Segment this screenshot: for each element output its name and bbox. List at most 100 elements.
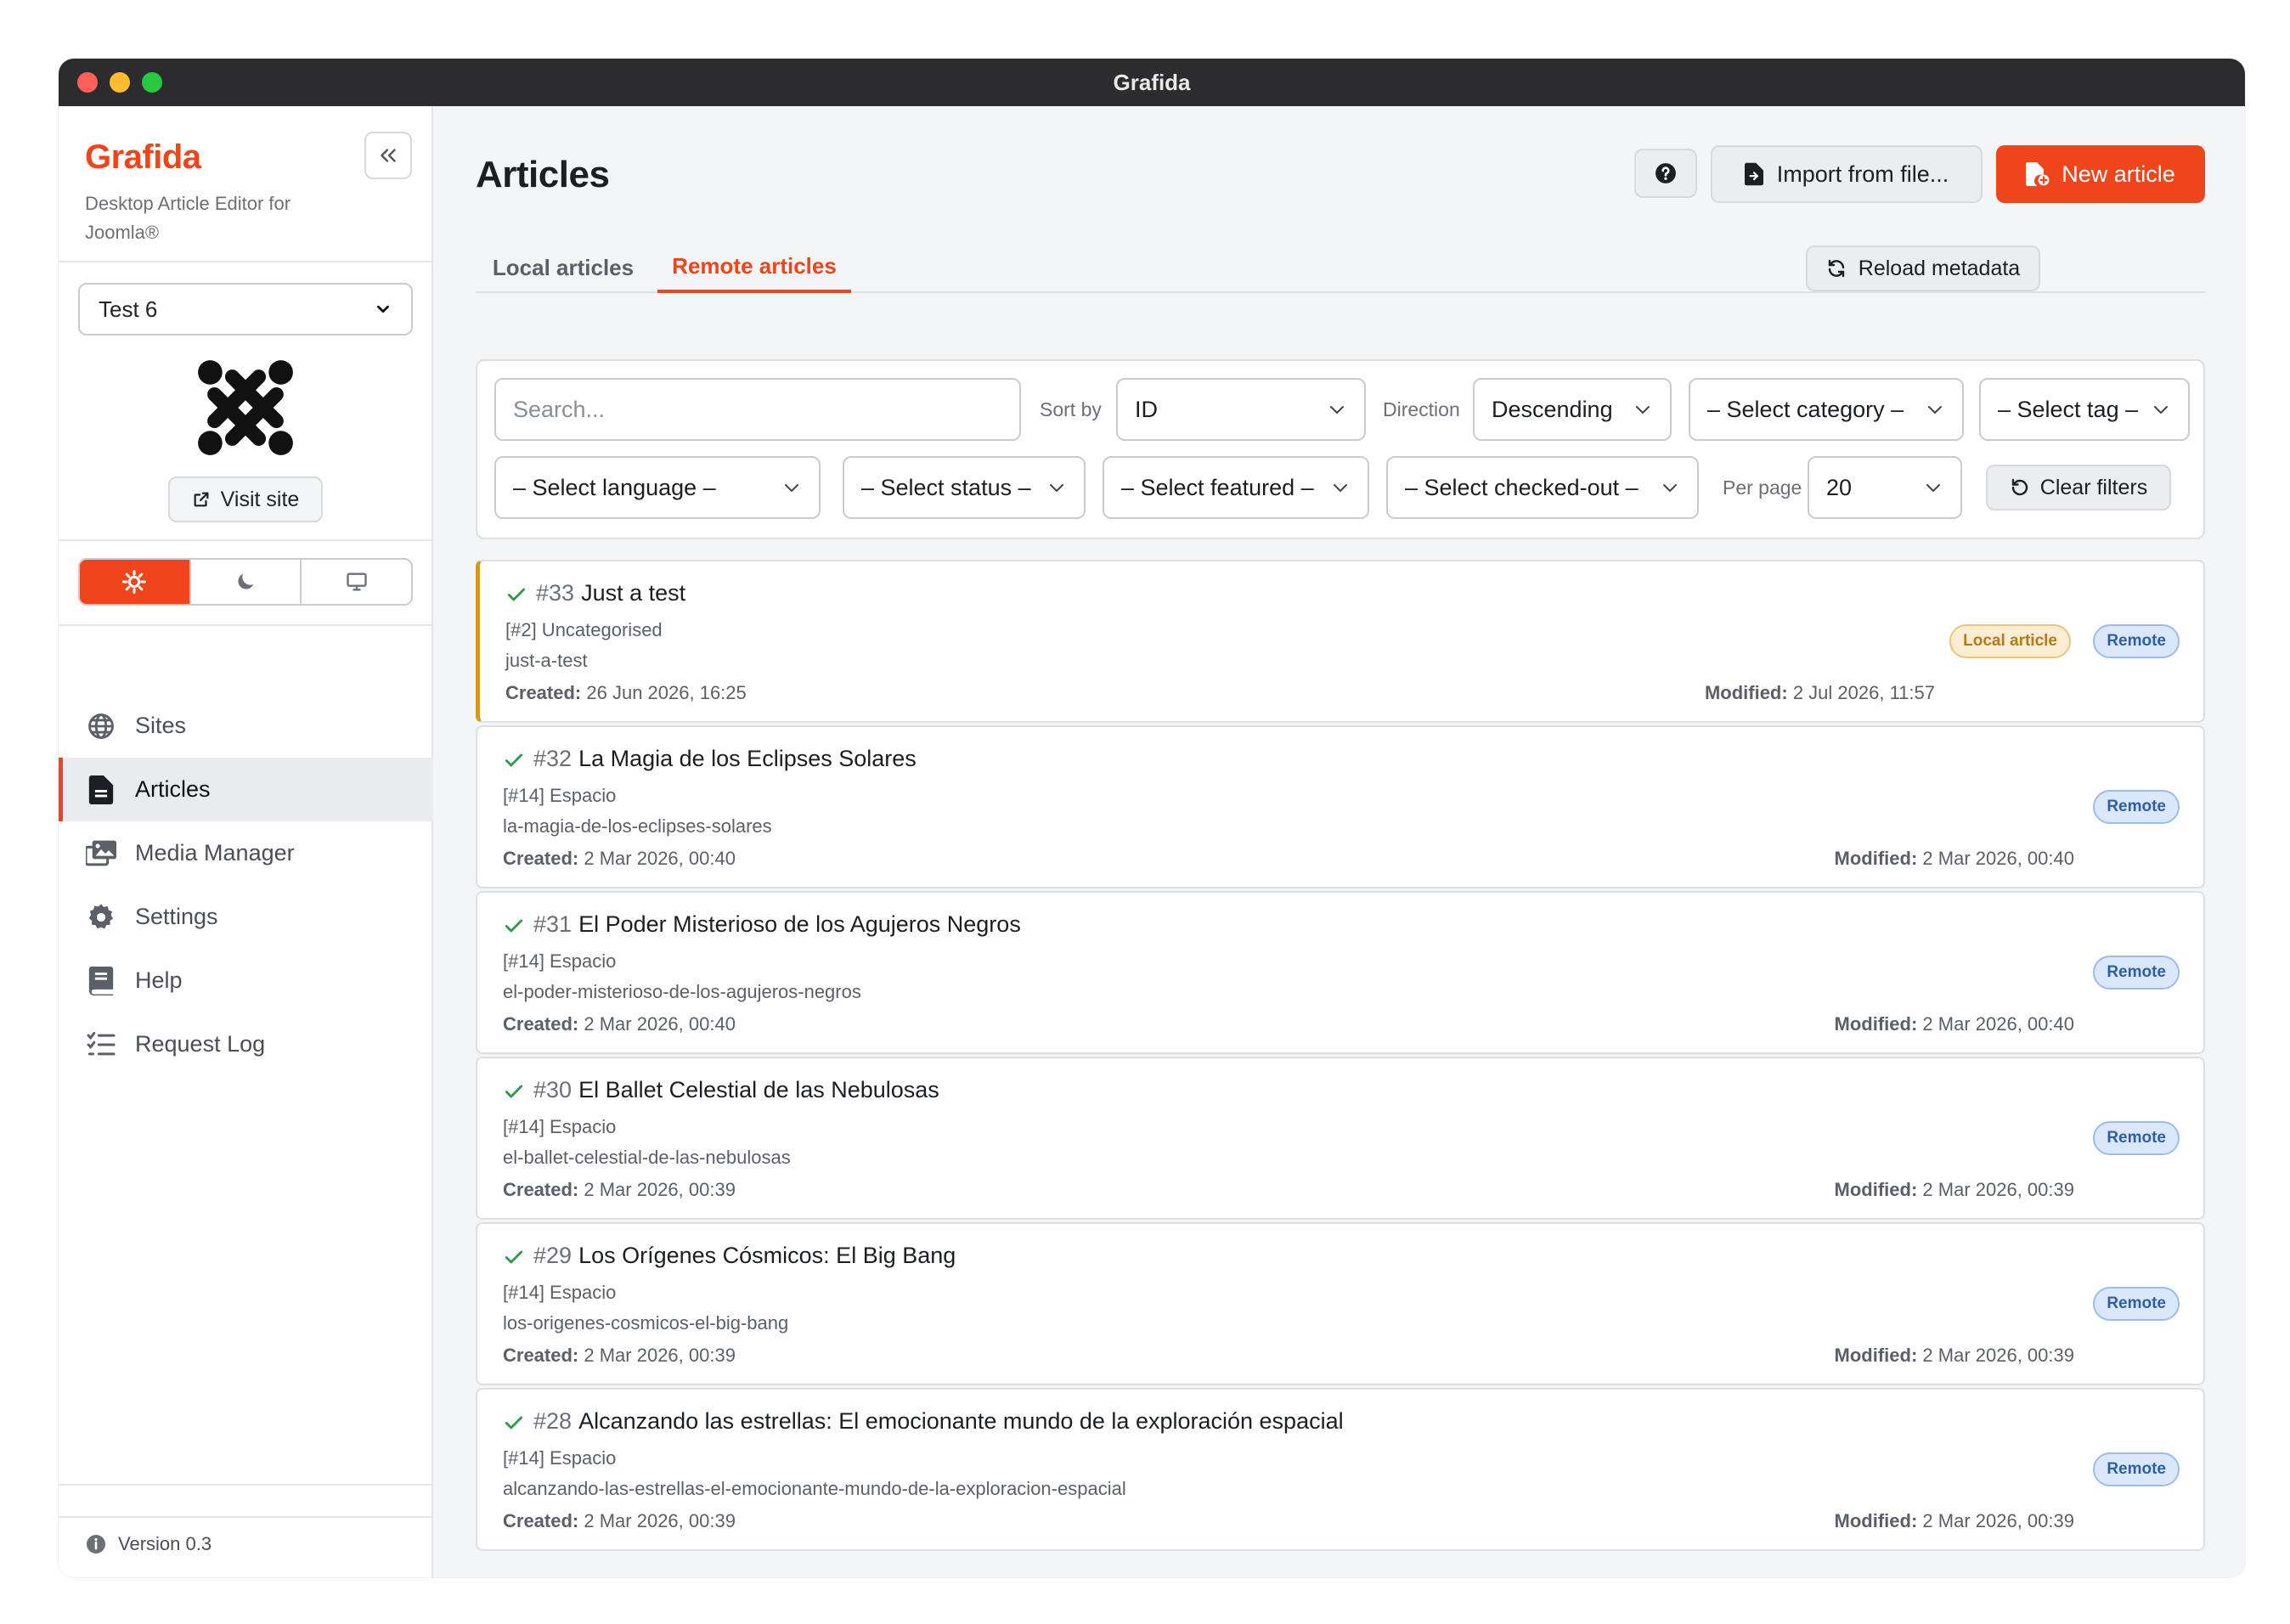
clear-filters-label: Clear filters bbox=[2039, 475, 2148, 499]
tab-local-articles[interactable]: Local articles bbox=[476, 242, 651, 293]
article-card[interactable]: #28 Alcanzando las estrellas: El emociona… bbox=[476, 1388, 2205, 1551]
article-title: Alcanzando las estrellas: El emocionante… bbox=[578, 1408, 1344, 1434]
sidebar-item-articles[interactable]: Articles bbox=[59, 758, 433, 821]
tag-select[interactable]: – Select tag – bbox=[1979, 378, 2190, 441]
sun-icon bbox=[122, 570, 147, 594]
article-card[interactable]: #31 El Poder Misterioso de los Agujeros N… bbox=[476, 891, 2205, 1054]
modified-label: Modified: bbox=[1834, 848, 1918, 869]
article-modified: Modified: 2 Mar 2026, 00:40 bbox=[1835, 848, 2074, 870]
article-card[interactable]: #29 Los Orígenes Cósmicos: El Big Bang [#… bbox=[476, 1222, 2205, 1385]
sidebar-item-label: Help bbox=[135, 967, 183, 993]
featured-select[interactable]: – Select featured – bbox=[1103, 456, 1369, 519]
created-value: 2 Mar 2026, 00:40 bbox=[584, 1013, 736, 1035]
book-icon bbox=[86, 966, 116, 996]
chevron-down-icon bbox=[1330, 406, 1344, 414]
window-title: Grafida bbox=[1113, 69, 1191, 95]
site-select[interactable]: Test 6 bbox=[78, 283, 413, 336]
article-category: [#14] Espacio bbox=[503, 785, 617, 806]
remote-badge: Remote bbox=[2093, 790, 2180, 824]
language-value: – Select language – bbox=[513, 474, 716, 500]
sort-by-label: Sort by bbox=[1040, 398, 1102, 420]
sidebar-item-help[interactable]: Help bbox=[59, 949, 433, 1012]
language-select[interactable]: – Select language – bbox=[494, 456, 821, 519]
category-value: – Select category – bbox=[1707, 396, 1904, 422]
question-circle-icon bbox=[1655, 163, 1676, 183]
modified-value: 2 Mar 2026, 00:40 bbox=[1922, 1013, 2074, 1035]
sidebar-item-sites[interactable]: Sites bbox=[59, 694, 433, 758]
sidebar-item-request-log[interactable]: Request Log bbox=[59, 1012, 433, 1076]
collapse-sidebar-button[interactable] bbox=[364, 132, 412, 179]
article-title: El Ballet Celestial de las Nebulosas bbox=[578, 1077, 939, 1102]
article-id: #30 bbox=[533, 1077, 572, 1102]
sidebar: Grafida Desktop Article Editor for Jooml… bbox=[59, 106, 433, 1577]
direction-select[interactable]: Descending bbox=[1473, 378, 1672, 441]
article-modified: Modified: 2 Jul 2026, 11:57 bbox=[1705, 682, 1935, 704]
created-label: Created: bbox=[503, 848, 579, 869]
created-value: 26 Jun 2026, 16:25 bbox=[586, 682, 747, 703]
article-title: El Poder Misterioso de los Agujeros Negr… bbox=[578, 911, 1021, 937]
article-category: [#14] Espacio bbox=[503, 1282, 617, 1303]
published-check-icon bbox=[505, 1085, 523, 1098]
search-input[interactable]: Search... bbox=[494, 378, 1021, 441]
article-category: [#14] Espacio bbox=[503, 1116, 617, 1137]
gear-icon bbox=[86, 902, 116, 933]
per-page-value: 20 bbox=[1826, 474, 1853, 500]
checked-out-select[interactable]: – Select checked-out – bbox=[1386, 456, 1699, 519]
article-card[interactable]: #33 Just a test [#2] Uncategorised just-a… bbox=[476, 560, 2205, 723]
article-card[interactable]: #32 La Magia de los Eclipses Solares [#14… bbox=[476, 725, 2205, 888]
sort-by-select[interactable]: ID bbox=[1116, 378, 1366, 441]
import-from-file-button[interactable]: Import from file... bbox=[1711, 145, 1983, 203]
chevrons-left-icon bbox=[381, 149, 396, 162]
light-theme-button[interactable] bbox=[80, 560, 191, 604]
sidebar-divider bbox=[59, 624, 433, 626]
modified-label: Modified: bbox=[1834, 1510, 1918, 1531]
article-title-line: #31 El Poder Misterioso de los Agujeros N… bbox=[533, 911, 1021, 938]
featured-value: – Select featured – bbox=[1121, 474, 1314, 500]
sidebar-nav: Sites Articles Media Manager Settings He… bbox=[59, 694, 433, 1076]
remote-badge: Remote bbox=[2093, 1452, 2180, 1486]
chevron-down-icon bbox=[1928, 406, 1942, 414]
published-check-icon bbox=[507, 588, 526, 601]
created-value: 2 Mar 2026, 00:39 bbox=[584, 1345, 736, 1366]
category-select[interactable]: – Select category – bbox=[1689, 378, 1964, 441]
chevron-down-icon bbox=[377, 305, 389, 313]
per-page-select[interactable]: 20 bbox=[1808, 456, 1962, 519]
sidebar-item-label: Articles bbox=[135, 776, 211, 802]
tab-remote-articles[interactable]: Remote articles bbox=[657, 242, 851, 293]
minimize-window-button[interactable] bbox=[110, 72, 130, 93]
published-check-icon bbox=[505, 1250, 523, 1264]
sidebar-item-media-manager[interactable]: Media Manager bbox=[59, 821, 433, 885]
new-article-button[interactable]: New article bbox=[1996, 145, 2205, 203]
article-id: #31 bbox=[533, 911, 572, 937]
modified-value: 2 Jul 2026, 11:57 bbox=[1792, 682, 1935, 703]
title-bar: Grafida bbox=[59, 59, 2245, 106]
created-label: Created: bbox=[503, 1510, 579, 1531]
version-info: Version 0.3 bbox=[86, 1533, 212, 1555]
clear-filters-button[interactable]: Clear filters bbox=[1986, 465, 2171, 510]
article-alias: just-a-test bbox=[505, 650, 588, 671]
sidebar-divider bbox=[59, 539, 433, 541]
article-category: [#14] Espacio bbox=[503, 950, 617, 972]
status-select[interactable]: – Select status – bbox=[843, 456, 1086, 519]
system-theme-button[interactable] bbox=[302, 560, 411, 604]
created-value: 2 Mar 2026, 00:39 bbox=[584, 1179, 736, 1200]
visit-site-button[interactable]: Visit site bbox=[168, 476, 323, 522]
close-window-button[interactable] bbox=[77, 72, 98, 93]
article-title-line: #30 El Ballet Celestial de las Nebulosas bbox=[533, 1077, 939, 1103]
help-button[interactable] bbox=[1634, 149, 1697, 198]
chevron-down-icon bbox=[1636, 406, 1650, 414]
article-alias: el-ballet-celestial-de-las-nebulosas bbox=[503, 1147, 791, 1168]
zoom-window-button[interactable] bbox=[142, 72, 162, 93]
sidebar-item-settings[interactable]: Settings bbox=[59, 885, 433, 949]
search-placeholder: Search... bbox=[513, 396, 606, 422]
dark-theme-button[interactable] bbox=[191, 560, 302, 604]
remote-badge: Remote bbox=[2093, 1287, 2180, 1321]
reload-metadata-button[interactable]: Reload metadata bbox=[1806, 245, 2040, 291]
article-card[interactable]: #30 El Ballet Celestial de las Nebulosas … bbox=[476, 1057, 2205, 1220]
article-created: Created: 2 Mar 2026, 00:39 bbox=[503, 1510, 736, 1532]
article-category: [#14] Espacio bbox=[503, 1447, 617, 1469]
sidebar-divider bbox=[59, 1516, 433, 1518]
chevron-down-icon bbox=[1334, 484, 1347, 493]
sidebar-divider bbox=[59, 1484, 433, 1486]
article-alias: alcanzando-las-estrellas-el-emocionante-… bbox=[503, 1478, 1126, 1499]
